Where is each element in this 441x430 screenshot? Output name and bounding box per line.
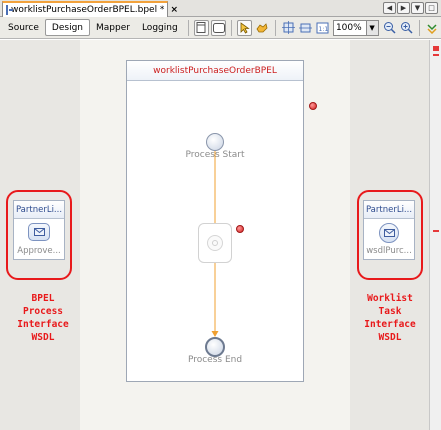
partner-link-left-label: Approve... — [17, 246, 61, 256]
worklist-interface-annotation: Worklist Task Interface WSDL — [364, 293, 416, 343]
partner-link-left-header: PartnerLi... — [14, 201, 64, 219]
process-start-label: Process Start — [185, 150, 245, 160]
partner-link-left[interactable]: PartnerLi... Approve... — [13, 200, 65, 260]
placeholder-circle-icon — [207, 235, 223, 251]
process-start-icon[interactable] — [206, 133, 224, 151]
activity-error-icon[interactable] — [236, 225, 244, 233]
process-end-icon[interactable] — [205, 337, 225, 357]
process-end-label: Process End — [187, 355, 243, 365]
envelope-icon — [379, 223, 399, 243]
partner-link-right-label: wsdlPurc... — [366, 246, 412, 256]
bpel-interface-annotation: BPEL Process Interface WSDL — [17, 293, 69, 343]
envelope-icon — [28, 223, 50, 241]
partner-link-right[interactable]: PartnerLi... wsdlPurc... — [363, 200, 415, 260]
partner-link-right-header: PartnerLi... — [364, 201, 414, 219]
activity-placeholder[interactable] — [198, 223, 232, 263]
